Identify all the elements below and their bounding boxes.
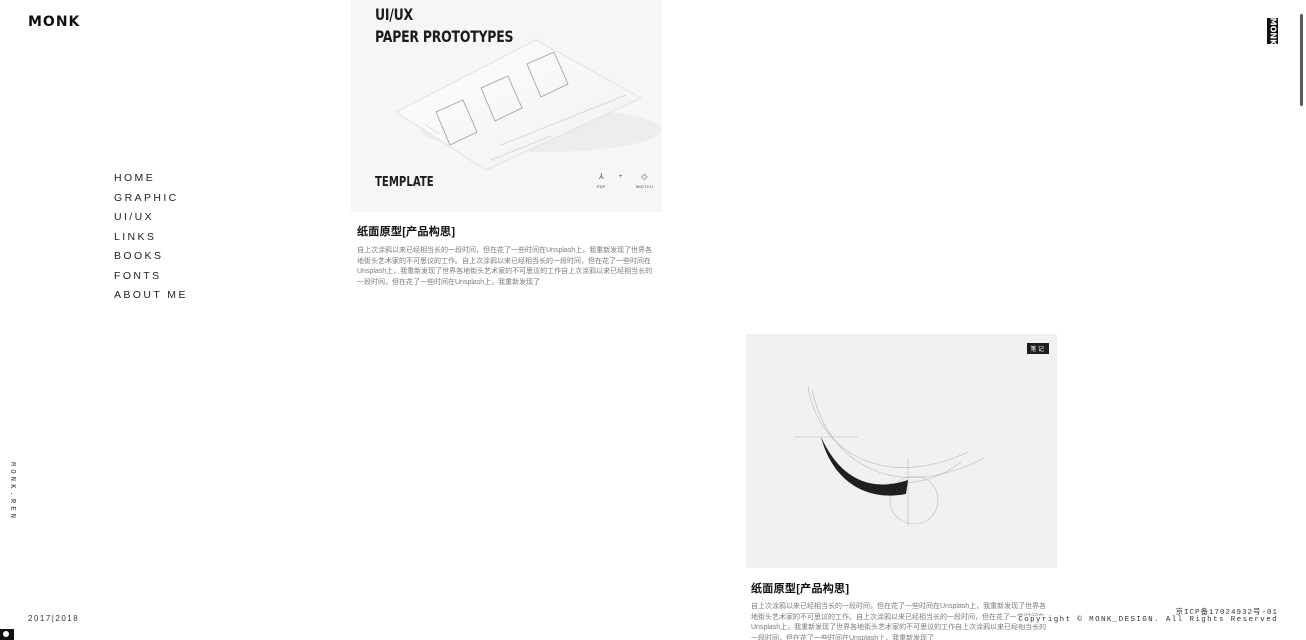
card-1-formats: ⅄ PDF + ◇ SKETCH xyxy=(597,172,653,194)
main-nav: HOME GRAPHIC UI/UX LINKS BOOKS FONTS ABO… xyxy=(114,171,188,308)
nav-item-links[interactable]: LINKS xyxy=(114,230,188,250)
format-label-pdf: PDF xyxy=(597,184,606,189)
copyright-text: Copyright © MONK_DESIGN. All Rights Rese… xyxy=(1016,616,1278,624)
years-label: 2017|2018 xyxy=(28,614,80,623)
site-logo[interactable]: MONK xyxy=(28,14,80,30)
corner-badge[interactable] xyxy=(0,629,14,640)
card-2-title[interactable]: 纸面原型[产品构思] xyxy=(751,580,849,596)
card-1-image-title: UI/UX PAPER PROTOTYPES xyxy=(375,4,513,48)
scrollbar[interactable] xyxy=(1300,14,1303,106)
side-logo-text: MONK xyxy=(1268,17,1277,45)
nav-item-home[interactable]: HOME xyxy=(114,171,188,191)
nav-item-books[interactable]: BOOKS xyxy=(114,249,188,269)
card-1-description: 自上次涂鸦以来已经相当长的一段时间，但在花了一些时间在Unsplash上，我重新… xyxy=(357,247,653,286)
nav-item-about-me[interactable]: ABOUT ME xyxy=(114,288,188,308)
card-2-image[interactable]: 笔记 xyxy=(746,334,1057,568)
curve-sketch-illustration xyxy=(794,385,985,526)
card-1-title[interactable]: 纸面原型[产品构思] xyxy=(357,223,455,239)
format-separator: + xyxy=(618,174,623,180)
format-sketch: ◇ SKETCH xyxy=(636,172,653,194)
sketch-icon: ◇ xyxy=(641,172,648,181)
site-name-vertical: MONK.REN xyxy=(8,462,16,522)
pdf-icon: ⅄ xyxy=(598,172,604,181)
nav-item-graphic[interactable]: GRAPHIC xyxy=(114,191,188,211)
format-label-sketch: SKETCH xyxy=(635,184,653,189)
format-pdf: ⅄ PDF xyxy=(597,172,606,194)
card-1-template-label: TEMPLATE xyxy=(375,175,434,190)
card-2-tag: 笔记 xyxy=(1027,343,1049,354)
card-1-image[interactable]: UI/UX PAPER PROTOTYPES TEMPLATE ⅄ PDF + … xyxy=(351,0,662,212)
nav-item-uiux[interactable]: UI/UX xyxy=(114,210,188,230)
nav-item-fonts[interactable]: FONTS xyxy=(114,269,188,289)
page: MONK MONK HOME GRAPHIC UI/UX LINKS BOOKS… xyxy=(0,0,1306,640)
card-1-title-line2: PAPER PROTOTYPES xyxy=(375,27,514,46)
side-logo-badge[interactable]: MONK xyxy=(1267,17,1278,45)
card-1-title-line1: UI/UX xyxy=(375,5,413,24)
card-2-description: 自上次涂鸦以来已经相当长的一段时间，但在花了一些时间在Unsplash上，我重新… xyxy=(751,603,1047,640)
